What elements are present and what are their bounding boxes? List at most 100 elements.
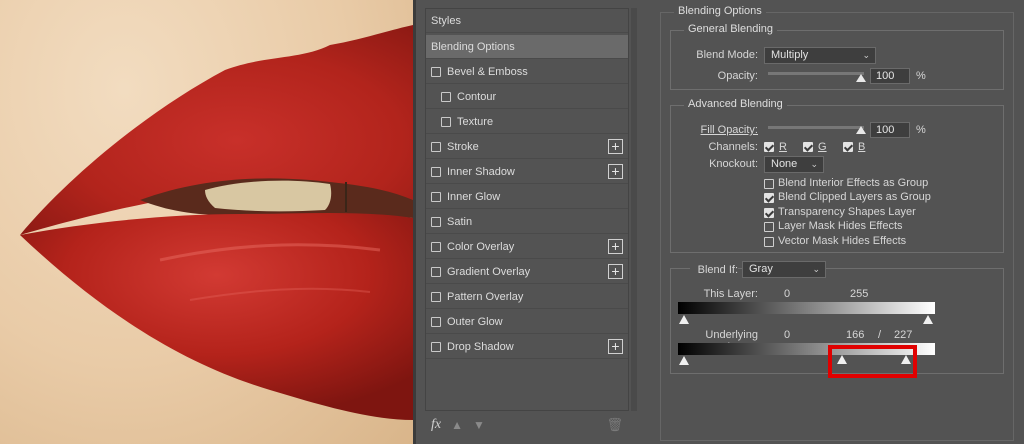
style-checkbox[interactable] [431, 266, 441, 277]
blend-mode-select[interactable]: Multiply ⌄ [764, 47, 876, 64]
fill-opacity-slider-thumb[interactable] [856, 126, 866, 134]
style-checkbox[interactable] [431, 216, 441, 227]
styles-list: Styles Blending Options Bevel & Emboss C… [425, 8, 629, 411]
style-label: Drop Shadow [447, 340, 514, 353]
vector-mask-hides-checkbox[interactable] [764, 237, 774, 247]
style-checkbox[interactable] [431, 341, 441, 352]
style-stroke[interactable]: Stroke + [426, 135, 628, 159]
add-inner-shadow-button[interactable]: + [608, 164, 623, 179]
channel-b-label: B [858, 141, 866, 153]
styles-scrollbar[interactable] [631, 8, 637, 411]
underlying-split-b-value: 227 [894, 329, 913, 341]
blending-options-panel: Blending Options General Blending Blend … [660, 0, 1024, 444]
style-label: Outer Glow [447, 315, 503, 328]
style-checkbox[interactable] [431, 241, 441, 252]
layer-mask-hides-checkbox[interactable] [764, 222, 774, 232]
opacity-label: Opacity: [717, 70, 758, 82]
opacity-input[interactable]: 100 [870, 68, 910, 84]
style-label: Bevel & Emboss [447, 65, 528, 78]
style-label: Contour [457, 90, 497, 103]
channels-label: Channels: [708, 141, 758, 153]
fill-opacity-unit: % [916, 124, 926, 136]
style-bevel-emboss[interactable]: Bevel & Emboss [426, 60, 628, 84]
styles-toolbar: fx ▲ ▼ 🗑 [425, 413, 629, 437]
blend-interior-checkbox[interactable] [764, 179, 774, 189]
channel-b-checkbox[interactable] [843, 142, 853, 152]
knockout-select[interactable]: None ⌄ [764, 156, 824, 173]
transparency-shapes-checkbox[interactable] [764, 208, 774, 218]
style-label: Blending Options [431, 40, 515, 53]
blend-clipped-label: Blend Clipped Layers as Group [778, 191, 931, 203]
style-pattern-overlay[interactable]: Pattern Overlay [426, 285, 628, 309]
opacity-slider[interactable] [768, 72, 864, 75]
styles-header[interactable]: Styles [426, 9, 628, 33]
general-blending-legend: General Blending [684, 23, 778, 35]
style-checkbox[interactable] [431, 141, 441, 152]
style-blending-options[interactable]: Blending Options [426, 35, 628, 59]
style-checkbox[interactable] [431, 191, 441, 202]
style-checkbox[interactable] [431, 291, 441, 302]
fx-menu-icon[interactable]: fx [431, 417, 441, 433]
style-contour[interactable]: Contour [426, 85, 628, 109]
channel-g-label: G [818, 141, 827, 153]
style-inner-glow[interactable]: Inner Glow [426, 185, 628, 209]
underlying-separator: / [878, 329, 882, 341]
add-gradient-overlay-button[interactable]: + [608, 264, 623, 279]
add-color-overlay-button[interactable]: + [608, 239, 623, 254]
style-label: Inner Glow [447, 190, 501, 203]
style-drop-shadow[interactable]: Drop Shadow + [426, 335, 628, 359]
this-layer-black-slider[interactable] [679, 315, 689, 324]
style-label: Color Overlay [447, 240, 515, 253]
style-checkbox[interactable] [441, 116, 451, 127]
this-layer-gradient [678, 302, 935, 314]
fill-opacity-label-text: Fill Opacity: [700, 124, 758, 136]
style-checkbox[interactable] [431, 316, 441, 327]
this-layer-high-value: 255 [850, 288, 869, 300]
style-outer-glow[interactable]: Outer Glow [426, 310, 628, 334]
blend-if-select[interactable]: Gray ⌄ [742, 261, 826, 278]
opacity-unit: % [916, 70, 926, 82]
blend-if-label: Blend If: [690, 264, 738, 276]
fill-opacity-slider[interactable] [768, 126, 864, 129]
style-texture[interactable]: Texture [426, 110, 628, 134]
add-stroke-button[interactable]: + [608, 139, 623, 154]
channel-r-label: R [779, 141, 787, 153]
add-drop-shadow-button[interactable]: + [608, 339, 623, 354]
style-checkbox[interactable] [441, 91, 451, 102]
channel-g-checkbox[interactable] [803, 142, 813, 152]
chevron-down-icon: ⌄ [812, 264, 820, 274]
knockout-value: None [771, 158, 798, 170]
style-inner-shadow[interactable]: Inner Shadow + [426, 160, 628, 184]
this-layer-white-slider[interactable] [923, 315, 933, 324]
move-up-icon[interactable]: ▲ [451, 418, 463, 432]
blend-mode-value: Multiply [771, 49, 809, 61]
this-layer-low-value: 0 [784, 288, 791, 300]
style-checkbox[interactable] [431, 166, 441, 177]
style-color-overlay[interactable]: Color Overlay + [426, 235, 628, 259]
style-checkbox[interactable] [431, 66, 441, 77]
underlying-black-slider[interactable] [679, 356, 689, 365]
fill-opacity-label: Fill Opacity: [680, 124, 758, 136]
trash-icon[interactable]: 🗑 [606, 417, 623, 433]
styles-panel: Styles Blending Options Bevel & Emboss C… [419, 8, 637, 440]
blend-clipped-checkbox[interactable] [764, 193, 774, 203]
style-satin[interactable]: Satin [426, 210, 628, 234]
style-gradient-overlay[interactable]: Gradient Overlay + [426, 260, 628, 284]
fill-opacity-input[interactable]: 100 [870, 122, 910, 138]
opacity-slider-thumb[interactable] [856, 74, 866, 82]
this-layer-label: This Layer: [703, 288, 758, 300]
style-label: Texture [457, 115, 494, 128]
blending-options-title: Blending Options [674, 5, 766, 17]
style-label: Stroke [447, 140, 479, 153]
move-down-icon[interactable]: ▼ [473, 418, 485, 432]
styles-header-label: Styles [431, 14, 461, 27]
blend-mode-label: Blend Mode: [696, 49, 758, 61]
blend-interior-label: Blend Interior Effects as Group [778, 177, 929, 189]
layer-mask-hides-label: Layer Mask Hides Effects [778, 220, 903, 232]
lip-photo [0, 0, 413, 444]
channel-r-checkbox[interactable] [764, 142, 774, 152]
style-label: Inner Shadow [447, 165, 515, 178]
style-label: Gradient Overlay [447, 265, 531, 278]
panel-divider [413, 0, 416, 444]
blend-if-value: Gray [749, 263, 773, 275]
